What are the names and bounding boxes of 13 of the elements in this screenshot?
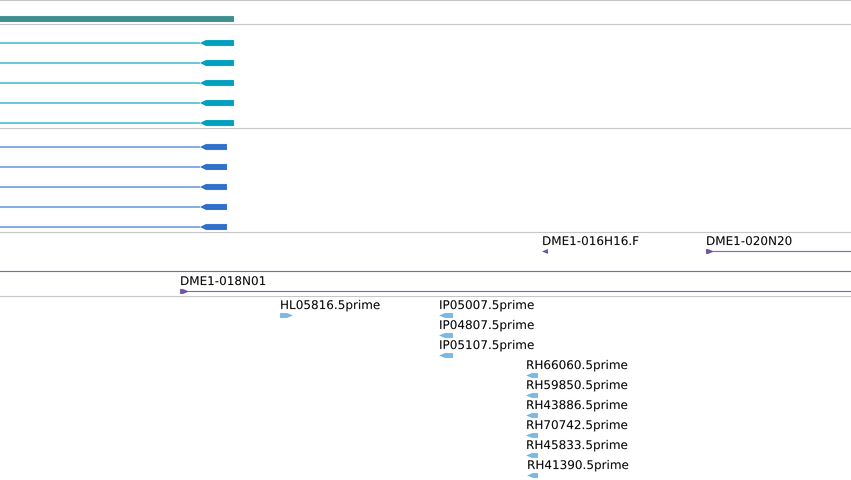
feature-label: RH43886.5prime xyxy=(526,398,628,412)
feature-label: IP05007.5prime xyxy=(439,298,534,312)
feature-label: HL05816.5prime xyxy=(280,298,380,312)
feature-label: RH45833.5prime xyxy=(526,438,628,452)
feature-label: IP04807.5prime xyxy=(439,318,534,332)
feature-label: IP05107.5prime xyxy=(439,338,534,352)
feature-label: RH70742.5prime xyxy=(526,418,628,432)
feature-label: RH41390.5prime xyxy=(527,458,629,472)
feature-label: DME1-018N01 xyxy=(180,274,266,288)
feature-label: DME1-016H16.F xyxy=(542,234,640,248)
feature-label: RH59850.5prime xyxy=(526,378,628,392)
feature-label: RH66060.5prime xyxy=(526,358,628,372)
feature-label: DME1-020N20 xyxy=(706,234,792,248)
